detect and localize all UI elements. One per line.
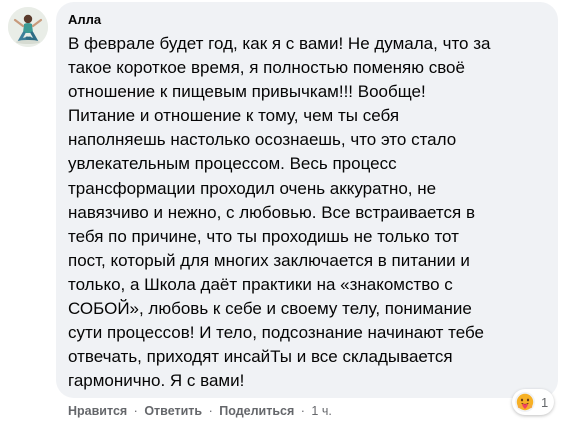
separator: · [208, 404, 213, 418]
comment-line: гармонично. Я с вами! [68, 371, 245, 391]
comment-line: наполняешь настолько осознаешь, что это … [68, 130, 457, 150]
avatar-image [8, 7, 48, 47]
comment-text: В феврале будет год, как я с вами! Не ду… [68, 32, 548, 393]
comment-line: пост, который для многих заключается в п… [68, 250, 470, 270]
like-button[interactable]: Нравится [68, 404, 127, 418]
comment-line: сути процессов! И тело, подсознание начи… [68, 323, 484, 343]
comment-line: навязчиво и нежно, с любовью. Все встраи… [68, 202, 475, 222]
separator: · [300, 404, 305, 418]
comment-line: отношение к пищевым привычкам!!! Вообще! [68, 82, 426, 102]
comment-line: СОБОЙ», любовь к себе и своему телу, пон… [68, 299, 472, 319]
comment-bubble: Алла В феврале будет год, как я с вами! … [56, 2, 558, 398]
comment-line: трансформации проходил очень аккуратно, … [68, 178, 437, 198]
comment-timestamp[interactable]: 1 ч. [311, 404, 331, 418]
comment-author[interactable]: Алла [68, 12, 546, 28]
comment-line: Питание и отношение к тому, чем ты себя [68, 106, 400, 126]
comment-line: тебя по причине, что ты проходишь не тол… [68, 226, 459, 246]
comment-line: только, а Школа даёт практики на «знаком… [68, 274, 453, 294]
reply-button[interactable]: Ответить [144, 404, 202, 418]
care-emoji-icon [515, 392, 535, 412]
comment-actions: Нравится · Ответить · Поделиться · 1 ч. [68, 403, 332, 419]
separator: · [133, 404, 138, 418]
avatar[interactable] [8, 7, 48, 47]
comment-line: такое короткое время, я полностью поменя… [68, 58, 465, 78]
share-button[interactable]: Поделиться [219, 404, 294, 418]
reaction-summary[interactable]: 1 [512, 389, 555, 415]
comment-line: В феврале будет год, как я с вами! Не ду… [68, 34, 491, 53]
reaction-count: 1 [541, 394, 549, 410]
comment-line: увлекательным процессом. Весь процесс [68, 154, 397, 174]
comment-line: отвечать, приходят инсайТы и все складыв… [68, 347, 453, 367]
